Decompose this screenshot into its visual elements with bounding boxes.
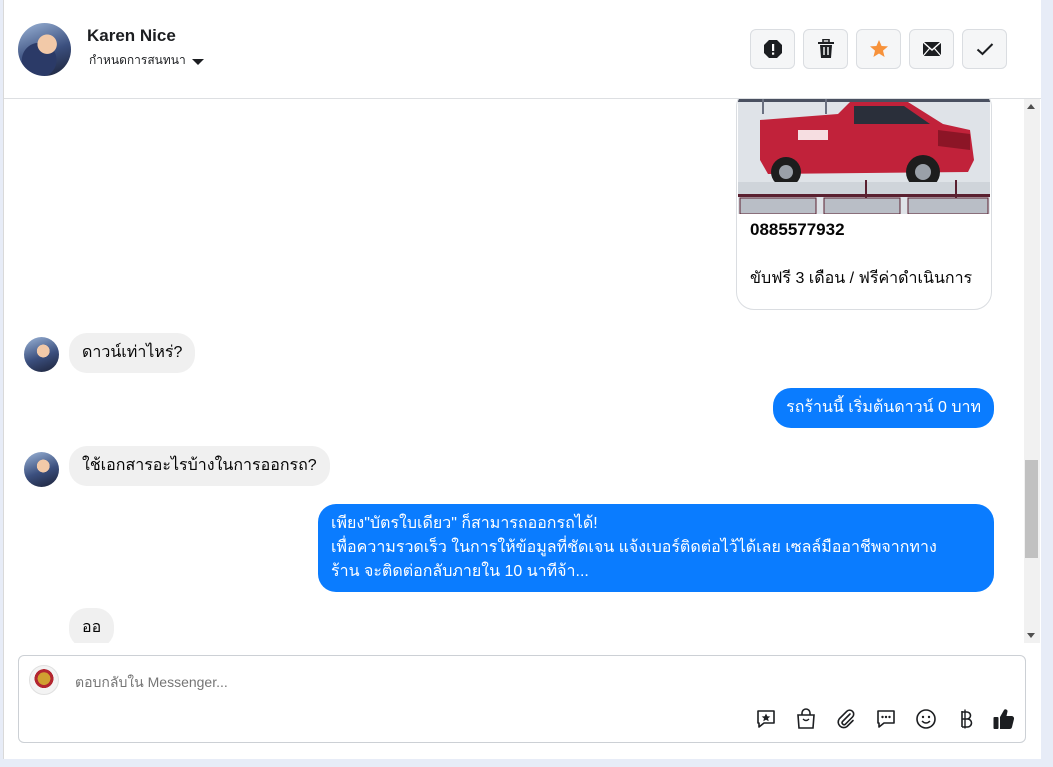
alert-icon <box>763 40 782 58</box>
thumbs-up-icon <box>993 709 1015 730</box>
caret-down-icon <box>191 58 204 65</box>
message-line: เพียง"บัตรใบเดียว" ก็สามารถออกรถได้! <box>331 515 598 532</box>
trash-icon <box>817 39 834 58</box>
done-button[interactable] <box>962 29 1007 69</box>
scrollbar-thumb[interactable] <box>1025 460 1038 558</box>
conversation-settings-dropdown[interactable]: กำหนดการสนทนา <box>89 51 204 70</box>
reply-composer <box>18 655 1026 743</box>
mark-unread-button[interactable] <box>909 29 954 69</box>
quick-reply-button[interactable] <box>873 706 899 732</box>
star-chat-icon <box>757 710 775 728</box>
message-incoming[interactable]: ออ <box>69 608 115 643</box>
chat-bubble-icon <box>877 710 895 728</box>
delete-button[interactable] <box>803 29 848 69</box>
car-image <box>738 99 990 214</box>
card-description: ขับฟรี 3 เดือน / ฟรีค่าดำเนินการ <box>750 270 973 287</box>
conversation-panel: Karen Nice กำหนดการสนทนา 0885577932 ขับฟ… <box>3 0 1041 759</box>
saved-reply-button[interactable] <box>753 706 779 732</box>
message-incoming[interactable]: ดาวน์เท่าไหร่? <box>69 333 196 373</box>
contact-avatar[interactable] <box>18 23 71 76</box>
attach-button[interactable] <box>833 706 859 732</box>
shopping-bag-icon <box>797 708 815 729</box>
spam-button[interactable] <box>750 29 795 69</box>
message-line: เพื่อความรวดเร็ว ในการให้ข้อมูลที่ชัดเจน… <box>331 539 937 556</box>
page-avatar <box>29 665 59 695</box>
message-list[interactable]: 0885577932 ขับฟรี 3 เดือน / ฟรีค่าดำเนิน… <box>4 99 1041 643</box>
envelope-icon <box>922 41 941 57</box>
reply-input[interactable] <box>73 673 677 691</box>
checkmark-icon <box>976 43 993 56</box>
scroll-down-icon[interactable] <box>1027 633 1035 638</box>
message-incoming[interactable]: ใช้เอกสารอะไรบ้างในการออกรถ? <box>69 446 330 486</box>
message-line: ร้าน จะติดต่อกลับภายใน 10 นาทีจ้า... <box>331 563 589 580</box>
pickup-truck-image <box>738 99 990 214</box>
smiley-icon <box>916 709 936 729</box>
contact-avatar-small[interactable] <box>24 337 59 372</box>
emoji-button[interactable] <box>913 706 939 732</box>
message-outgoing-multiline[interactable]: เพียง"บัตรใบเดียว" ก็สามารถออกรถได้! เพื… <box>318 504 994 592</box>
contact-avatar-small[interactable] <box>24 452 59 487</box>
paperclip-icon <box>837 709 855 729</box>
conversation-settings-label: กำหนดการสนทนา <box>89 53 186 67</box>
baht-icon <box>961 709 973 729</box>
payment-button[interactable] <box>953 706 979 732</box>
star-button[interactable] <box>856 29 901 69</box>
like-button[interactable] <box>991 706 1017 732</box>
scrollbar[interactable] <box>1024 99 1040 643</box>
shop-button[interactable] <box>793 706 819 732</box>
contact-name[interactable]: Karen Nice <box>87 26 176 46</box>
scroll-up-icon[interactable] <box>1027 104 1035 109</box>
star-icon <box>869 40 888 57</box>
product-card[interactable]: 0885577932 ขับฟรี 3 เดือน / ฟรีค่าดำเนิน… <box>736 99 992 310</box>
message-outgoing[interactable]: รถร้านนี้ เริ่มต้นดาวน์ 0 บาท <box>773 388 994 428</box>
conversation-header: Karen Nice กำหนดการสนทนา <box>4 0 1041 99</box>
card-phone: 0885577932 <box>750 220 845 239</box>
